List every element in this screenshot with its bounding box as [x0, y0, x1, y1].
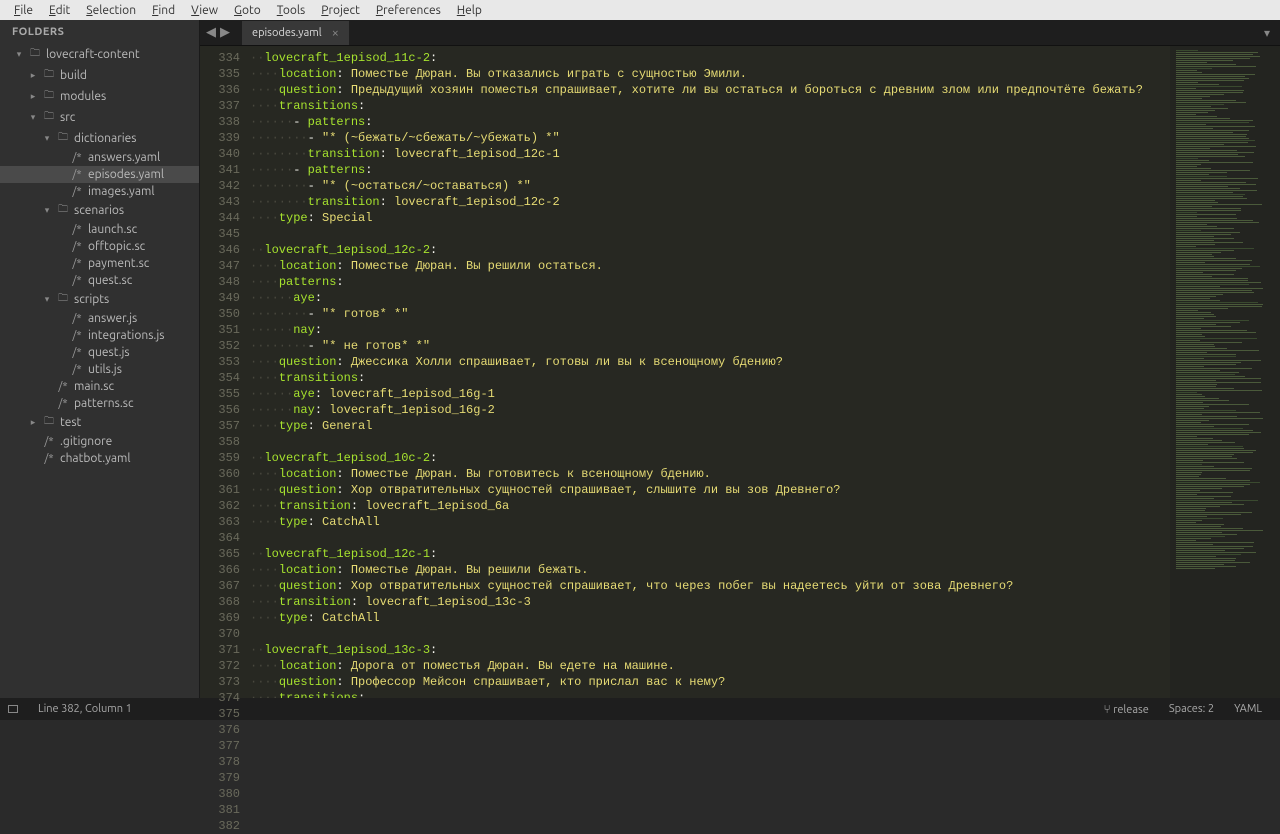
menu-tools[interactable]: Tools: [269, 2, 314, 19]
panel-icon[interactable]: [8, 705, 18, 713]
line-gutter: 3343353363373383393403413423433443453463…: [200, 46, 250, 698]
menu-project[interactable]: Project: [313, 2, 368, 19]
indent-setting[interactable]: Spaces: 2: [1159, 703, 1224, 715]
menu-selection[interactable]: Selection: [78, 2, 144, 19]
folders-header: FOLDERS: [0, 20, 199, 44]
tab-overflow-icon[interactable]: ▾: [1254, 26, 1280, 40]
file-main-sc[interactable]: /*main.sc: [0, 378, 199, 395]
file-answer-js[interactable]: /*answer.js: [0, 310, 199, 327]
file-payment-sc[interactable]: /*payment.sc: [0, 255, 199, 272]
git-branch[interactable]: ⑂ release: [1093, 703, 1158, 716]
menu-help[interactable]: Help: [449, 2, 490, 19]
menu-goto[interactable]: Goto: [226, 2, 269, 19]
file-integrations-js[interactable]: /*integrations.js: [0, 327, 199, 344]
folder-src[interactable]: ▾🗀src: [0, 107, 199, 128]
file-utils-js[interactable]: /*utils.js: [0, 361, 199, 378]
menu-edit[interactable]: Edit: [41, 2, 78, 19]
cursor-position[interactable]: Line 382, Column 1: [28, 703, 142, 715]
tab-bar: ◀ ▶ episodes.yaml × ▾: [200, 20, 1280, 46]
file-chatbot-yaml[interactable]: /*chatbot.yaml: [0, 450, 199, 467]
menu-preferences[interactable]: Preferences: [368, 2, 449, 19]
file-quest-js[interactable]: /*quest.js: [0, 344, 199, 361]
folder-modules[interactable]: ▸🗀modules: [0, 86, 199, 107]
file-patterns-sc[interactable]: /*patterns.sc: [0, 395, 199, 412]
editor-area: ◀ ▶ episodes.yaml × ▾ 334335336337338339…: [200, 20, 1280, 698]
file-quest-sc[interactable]: /*quest.sc: [0, 272, 199, 289]
file-answers-yaml[interactable]: /*answers.yaml: [0, 149, 199, 166]
editor-body: 3343353363373383393403413423433443453463…: [200, 46, 1280, 698]
close-icon[interactable]: ×: [332, 26, 339, 40]
folder-lovecraft-content[interactable]: ▾🗀lovecraft-content: [0, 44, 199, 65]
nav-back-icon[interactable]: ◀: [206, 25, 216, 40]
folder-tree: ▾🗀lovecraft-content▸🗀build▸🗀modules▾🗀src…: [0, 44, 199, 698]
sidebar: FOLDERS ▾🗀lovecraft-content▸🗀build▸🗀modu…: [0, 20, 200, 698]
file-offtopic-sc[interactable]: /*offtopic.sc: [0, 238, 199, 255]
menu-file[interactable]: File: [6, 2, 41, 19]
menu-find[interactable]: Find: [144, 2, 183, 19]
folder-build[interactable]: ▸🗀build: [0, 65, 199, 86]
status-bar: Line 382, Column 1 ⑂ release Spaces: 2 Y…: [0, 698, 1280, 720]
file-launch-sc[interactable]: /*launch.sc: [0, 221, 199, 238]
file--gitignore[interactable]: /*.gitignore: [0, 433, 199, 450]
main-area: FOLDERS ▾🗀lovecraft-content▸🗀build▸🗀modu…: [0, 20, 1280, 698]
folder-test[interactable]: ▸🗀test: [0, 412, 199, 433]
file-episodes-yaml[interactable]: /*episodes.yaml: [0, 166, 199, 183]
branch-icon: ⑂: [1103, 703, 1110, 716]
syntax-mode[interactable]: YAML: [1224, 703, 1272, 715]
folder-scripts[interactable]: ▾🗀scripts: [0, 289, 199, 310]
tab-episodes[interactable]: episodes.yaml ×: [242, 21, 349, 45]
menu-view[interactable]: View: [183, 2, 226, 19]
tab-label: episodes.yaml: [252, 27, 322, 39]
folder-scenarios[interactable]: ▾🗀scenarios: [0, 200, 199, 221]
folder-dictionaries[interactable]: ▾🗀dictionaries: [0, 128, 199, 149]
file-images-yaml[interactable]: /*images.yaml: [0, 183, 199, 200]
code-content[interactable]: ··lovecraft_1episod_11c-2: ····location:…: [250, 46, 1170, 698]
nav-arrows[interactable]: ◀ ▶: [200, 25, 236, 40]
menu-bar: FileEditSelectionFindViewGotoToolsProjec…: [0, 0, 1280, 20]
minimap[interactable]: [1170, 46, 1280, 698]
nav-forward-icon[interactable]: ▶: [220, 25, 230, 40]
